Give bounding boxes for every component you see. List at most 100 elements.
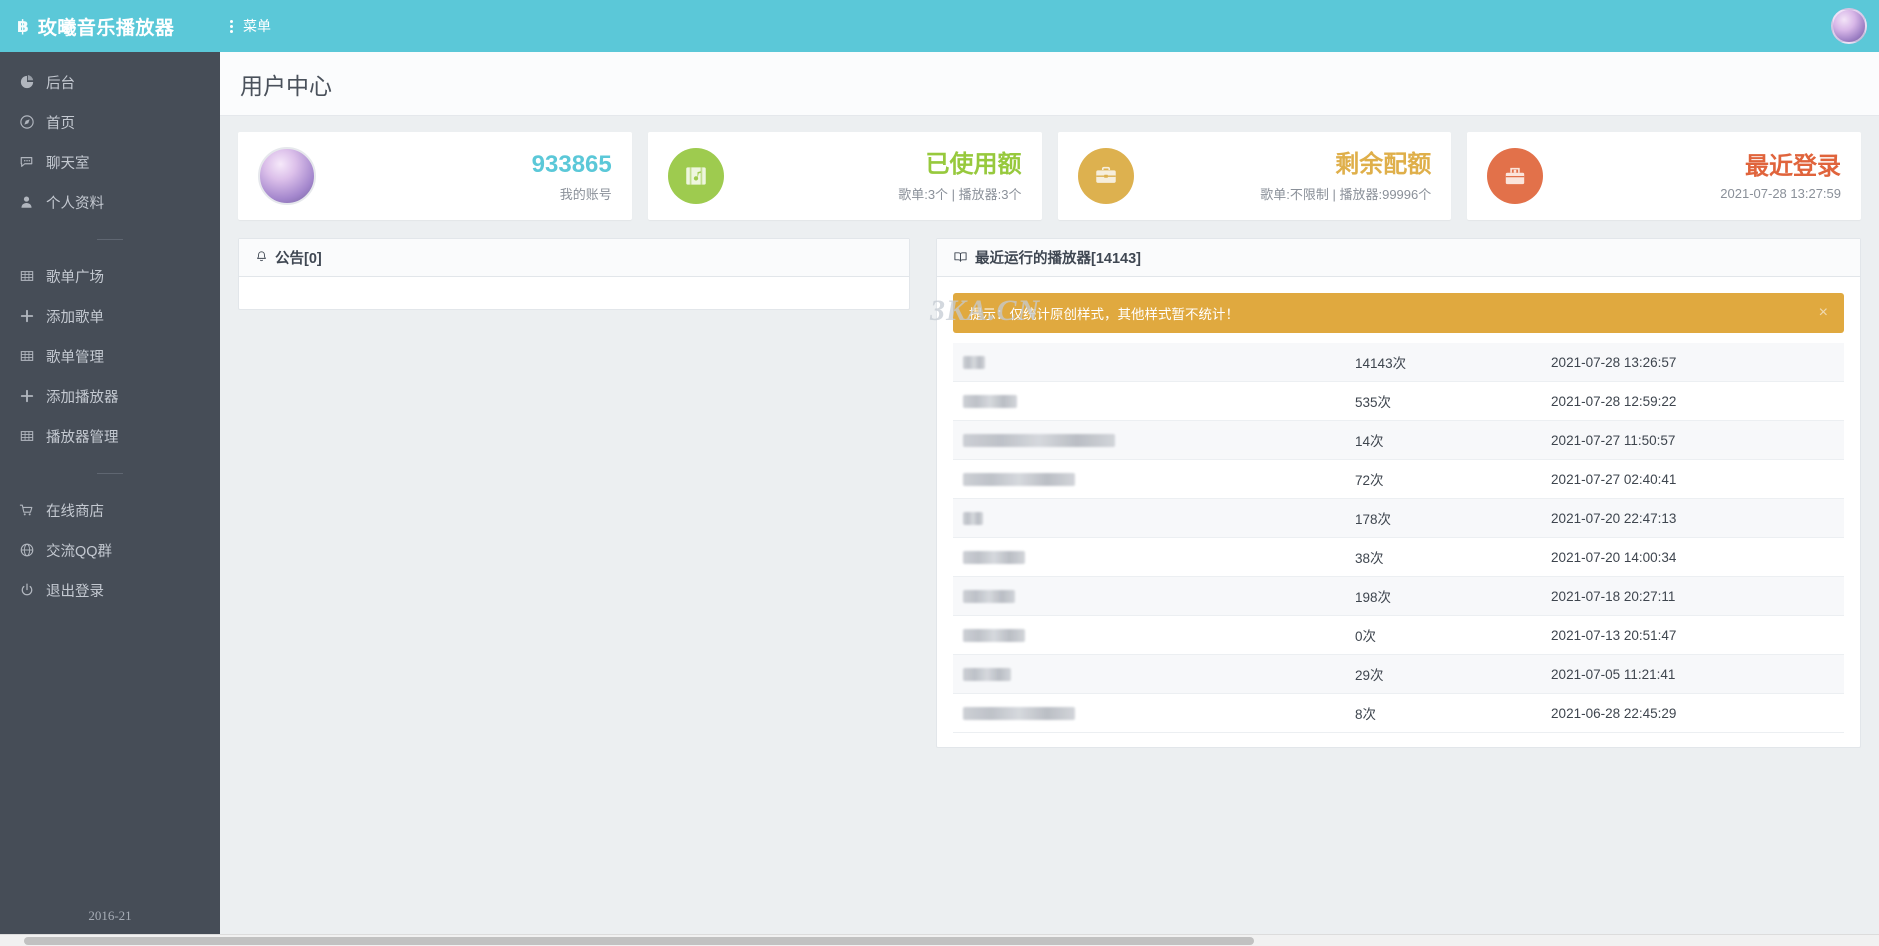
sidebar-item-label: 个人资料 [46,195,104,212]
book-icon [953,250,968,266]
sidebar-item-label: 交流QQ群 [46,543,113,560]
table-row[interactable]: 8次 2021-06-28 22:45:29 [953,693,1844,733]
run-count-cell: 198次 [1345,576,1542,616]
used-quota-card[interactable]: 已使用额 歌单:3个 | 播放器:3个 [647,132,1042,220]
top-bar-right [1831,8,1879,44]
card-body: 933865 我的账号 [532,150,612,203]
table-row[interactable]: 178次 2021-07-20 22:47:13 [953,498,1844,538]
sidebar-item-label: 后台 [46,75,75,92]
table-row[interactable]: 38次 2021-07-20 14:00:34 [953,537,1844,577]
remaining-quota-card[interactable]: 剩余配额 歌单:不限制 | 播放器:99996个 [1057,132,1452,220]
grid-icon [18,429,35,443]
redacted-name [963,668,1011,682]
inbox-icon [1487,148,1544,204]
briefcase-icon [1077,148,1134,204]
sidebar-item-playlist-square[interactable]: 歌单广场 [0,256,220,296]
pie-chart-icon [18,75,35,89]
page-header: 用户中心 [220,52,1879,116]
runs-panel: 最近运行的播放器[14143] 提示：仅统计原创样式，其他样式暂不统计！ × 1… [936,238,1861,748]
player-name-cell [953,498,1346,538]
sidebar-item-profile[interactable]: 个人资料 [0,182,220,222]
notice-panel: 公告[0] [238,238,910,310]
chat-icon [18,155,35,169]
table-row[interactable]: 14次 2021-07-27 11:50:57 [953,420,1844,460]
redacted-name [963,707,1075,721]
sidebar-item-logout[interactable]: 退出登录 [0,570,220,610]
brand[interactable]: ฿ 玫曦音乐播放器 [0,0,220,52]
run-time-cell: 2021-07-27 11:50:57 [1541,420,1844,460]
table-row[interactable]: 14143次 2021-07-28 13:26:57 [953,343,1844,382]
horizontal-scrollbar[interactable] [0,934,1879,946]
run-time-cell: 2021-07-18 20:27:11 [1541,576,1844,616]
run-count-cell: 178次 [1345,498,1542,538]
plus-icon [18,309,35,323]
card-value: 最近登录 [1745,152,1841,180]
content-inner: 3KA.CN 933865 我的账号 已使用额 歌单:3个 | 播放器:3个 剩… [220,116,1879,748]
cart-icon [18,503,35,517]
run-time-cell: 2021-07-28 12:59:22 [1541,381,1844,421]
grid-icon [18,349,35,363]
player-name-cell [953,654,1346,694]
table-row[interactable]: 535次 2021-07-28 12:59:22 [953,381,1844,421]
music-album-icon [667,148,724,204]
app-root: ฿ 玫曦音乐播放器 菜单 后台 首页 聊天室 个人资料 歌单广场 添加歌单 歌单… [0,0,1879,946]
sidebar-item-add-playlist[interactable]: 添加歌单 [0,296,220,336]
table-row[interactable]: 198次 2021-07-18 20:27:11 [953,576,1844,616]
brand-logo-icon: ฿ [17,16,29,36]
scrollbar-thumb[interactable] [24,937,1254,945]
card-subtitle: 歌单:不限制 | 播放器:99996个 [1260,186,1432,202]
top-bar: ฿ 玫曦音乐播放器 菜单 [0,0,1879,52]
player-name-cell [953,420,1346,460]
run-time-cell: 2021-07-20 22:47:13 [1541,498,1844,538]
sidebar-item-manage-player[interactable]: 播放器管理 [0,416,220,456]
sidebar-item-manage-playlist[interactable]: 歌单管理 [0,336,220,376]
card-subtitle: 2021-07-28 13:27:59 [1720,185,1841,201]
recent-players-table-body: 14143次 2021-07-28 13:26:57 535次 2021-07-… [953,343,1844,733]
sidebar-item-label: 添加播放器 [46,389,119,406]
sidebar-item-store[interactable]: 在线商店 [0,490,220,530]
player-name-cell [953,537,1346,577]
plus-icon [18,389,35,403]
run-count-cell: 14次 [1345,420,1542,460]
content-area: 用户中心 3KA.CN 933865 我的账号 已使用额 歌单:3个 | 播放器… [220,52,1879,946]
close-icon[interactable]: × [1819,304,1828,322]
player-name-cell [953,459,1346,499]
table-row[interactable]: 29次 2021-07-05 11:21:41 [953,654,1844,694]
sidebar-divider [0,222,220,256]
page-title: 用户中心 [240,72,332,99]
sidebar-item-label: 首页 [46,115,75,132]
account-card[interactable]: 933865 我的账号 [238,132,632,220]
player-name-cell [953,576,1346,616]
sidebar-item-chatroom[interactable]: 聊天室 [0,142,220,182]
sidebar-item-label: 歌单广场 [46,269,104,286]
grid-icon [18,269,35,283]
sidebar-item-label: 歌单管理 [46,349,104,366]
menu-toggle-button[interactable]: 菜单 [230,16,271,36]
power-icon [18,583,35,597]
sidebar-item-backend[interactable]: 后台 [0,62,220,102]
table-row[interactable]: 0次 2021-07-13 20:51:47 [953,615,1844,655]
runs-panel-wrap: 最近运行的播放器[14143] 提示：仅统计原创样式，其他样式暂不统计！ × 1… [936,238,1861,748]
notice-panel-title: 公告[0] [275,251,322,267]
last-login-card[interactable]: 最近登录 2021-07-28 13:27:59 [1467,132,1861,220]
sidebar-item-qq-group[interactable]: 交流QQ群 [0,530,220,570]
sidebar-item-add-player[interactable]: 添加播放器 [0,376,220,416]
redacted-name [963,395,1017,409]
recent-players-table: 14143次 2021-07-28 13:26:57 535次 2021-07-… [953,343,1844,733]
notice-panel-body [239,277,909,309]
player-name-cell [953,615,1346,655]
card-subtitle: 歌单:3个 | 播放器:3个 [898,186,1022,202]
run-time-cell: 2021-07-20 14:00:34 [1541,537,1844,577]
redacted-name [963,512,983,526]
avatar[interactable] [1831,8,1867,44]
card-value: 933865 [531,150,612,178]
table-row[interactable]: 72次 2021-07-27 02:40:41 [953,459,1844,499]
notice-panel-header: 公告[0] [239,239,909,277]
card-subtitle: 我的账号 [559,186,612,202]
run-time-cell: 2021-07-28 13:26:57 [1541,343,1844,382]
sidebar-item-home[interactable]: 首页 [0,102,220,142]
redacted-name [963,356,985,370]
card-value: 剩余配额 [1335,150,1432,178]
redacted-name [963,551,1025,565]
sidebar-item-label: 播放器管理 [46,429,119,446]
